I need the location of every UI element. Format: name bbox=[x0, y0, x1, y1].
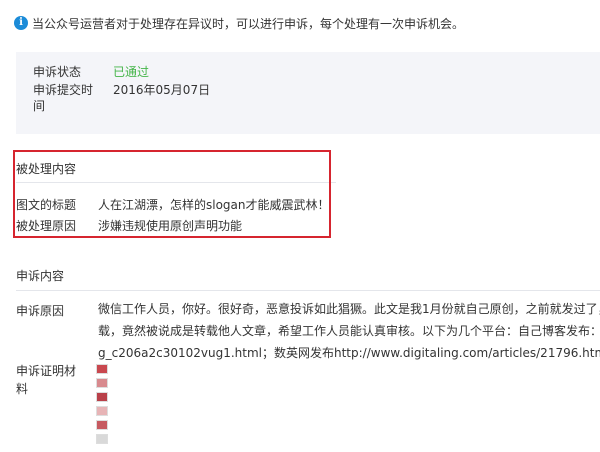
evidence-thumbnail[interactable] bbox=[96, 364, 108, 374]
highlight-box bbox=[13, 150, 331, 238]
status-value: 已通过 bbox=[113, 65, 150, 79]
appeal-content-heading: 申诉内容 bbox=[16, 269, 65, 283]
evidence-thumbnail[interactable] bbox=[96, 420, 108, 430]
appeal-reason-label: 申诉原因 bbox=[16, 304, 65, 318]
appeal-reason-line: g_c206a2c30102vug1.html；数英网发布http://www.… bbox=[98, 346, 600, 360]
appeal-status-panel: 申诉状态 已通过 申诉提交时间 2016年05月07日 bbox=[16, 52, 600, 134]
submit-time-label: 申诉提交时间 bbox=[33, 83, 94, 113]
evidence-label: 申诉证明材料 bbox=[16, 364, 77, 396]
appeal-reason-text: 微信工作人员，你好。很好奇，恶意投诉如此猖獗。此文是我1月份就自己原创，之前就发… bbox=[98, 298, 600, 364]
divider bbox=[16, 290, 600, 291]
evidence-thumbnail[interactable] bbox=[96, 392, 108, 402]
submit-time-value: 2016年05月07日 bbox=[113, 83, 211, 97]
status-label: 申诉状态 bbox=[33, 65, 82, 79]
appeal-reason-line: 载，竟然被说成是转载他人文章，希望工作人员能认真审核。以下为几个平台：自己博客发… bbox=[98, 324, 600, 338]
evidence-thumbnail[interactable] bbox=[96, 434, 108, 444]
appeal-reason-line: 微信工作人员，你好。很好奇，恶意投诉如此猖獗。此文是我1月份就自己原创，之前就发… bbox=[98, 302, 600, 316]
evidence-thumbnail[interactable] bbox=[96, 406, 108, 416]
notice-bar: i 当公众号运营者对于处理存在异议时，可以进行申诉，每个处理有一次申诉机会。 bbox=[14, 14, 464, 32]
evidence-thumbnail[interactable] bbox=[96, 378, 108, 388]
info-icon: i bbox=[14, 16, 28, 30]
evidence-thumbnails bbox=[96, 364, 110, 448]
notice-text: 当公众号运营者对于处理存在异议时，可以进行申诉，每个处理有一次申诉机会。 bbox=[32, 16, 465, 31]
